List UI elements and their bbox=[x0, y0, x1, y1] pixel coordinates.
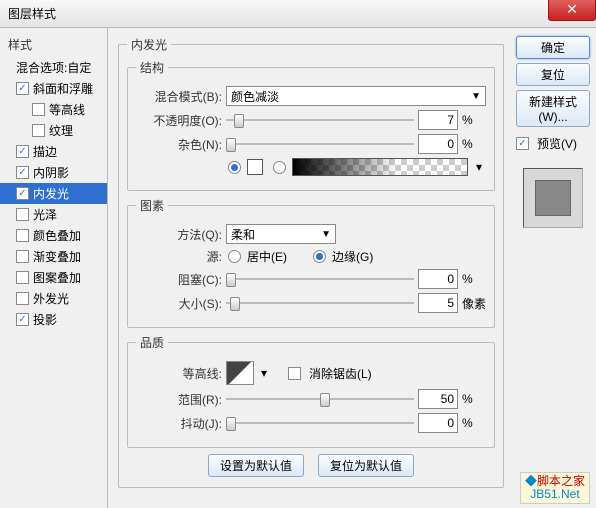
reset-default-button[interactable]: 复位为默认值 bbox=[318, 454, 414, 477]
quality-fieldset: 品质 等高线: ▾ 消除锯齿(L) 范围(R): 50 % 抖动(J): bbox=[127, 334, 495, 448]
contour-label: 等高线: bbox=[136, 365, 222, 382]
inner-glow-fieldset: 内发光 结构 混合模式(B): 颜色减淡 不透明度(O): 7 % 杂色(N):… bbox=[118, 36, 504, 488]
sidebar-checkbox-1[interactable] bbox=[32, 103, 45, 116]
sidebar-checkbox-10[interactable] bbox=[16, 292, 29, 305]
sidebar-checkbox-9[interactable] bbox=[16, 271, 29, 284]
contour-picker[interactable] bbox=[226, 361, 254, 385]
size-slider[interactable] bbox=[226, 295, 414, 311]
source-edge-radio[interactable] bbox=[313, 250, 326, 263]
gradient-picker[interactable] bbox=[292, 158, 468, 176]
technique-combo[interactable]: 柔和 bbox=[226, 224, 336, 244]
sidebar-item-label: 图案叠加 bbox=[33, 269, 81, 286]
sidebar-item-10[interactable]: 外发光 bbox=[0, 288, 107, 309]
sidebar-item-0[interactable]: ✓ 斜面和浮雕 bbox=[0, 78, 107, 99]
watermark-bullet: ◆ bbox=[525, 474, 537, 488]
window-title: 图层样式 bbox=[8, 7, 56, 21]
noise-label: 杂色(N): bbox=[136, 136, 222, 153]
sidebar-item-label: 颜色叠加 bbox=[33, 227, 81, 244]
sidebar-checkbox-6[interactable] bbox=[16, 208, 29, 221]
sidebar-checkbox-11[interactable]: ✓ bbox=[16, 313, 29, 326]
choke-slider[interactable] bbox=[226, 271, 414, 287]
sidebar-item-7[interactable]: 颜色叠加 bbox=[0, 225, 107, 246]
noise-slider[interactable] bbox=[226, 136, 414, 152]
sidebar-item-label: 等高线 bbox=[49, 101, 85, 118]
preview-checkbox[interactable]: ✓ bbox=[516, 137, 529, 150]
sidebar-item-5[interactable]: ✓ 内发光 bbox=[0, 183, 107, 204]
new-style-button[interactable]: 新建样式(W)... bbox=[516, 90, 590, 127]
source-center-radio[interactable] bbox=[228, 250, 241, 263]
sidebar-item-3[interactable]: ✓ 描边 bbox=[0, 141, 107, 162]
sidebar-item-label: 斜面和浮雕 bbox=[33, 80, 93, 97]
contour-dropdown-icon[interactable]: ▾ bbox=[258, 366, 270, 380]
sidebar-item-label: 光泽 bbox=[33, 206, 57, 223]
structure-fieldset: 结构 混合模式(B): 颜色减淡 不透明度(O): 7 % 杂色(N): 0 % bbox=[127, 59, 495, 191]
sidebar-item-label: 投影 bbox=[33, 311, 57, 328]
sidebar-item-label: 描边 bbox=[33, 143, 57, 160]
sidebar-checkbox-8[interactable] bbox=[16, 250, 29, 263]
opacity-slider[interactable] bbox=[226, 112, 414, 128]
gradient-radio[interactable] bbox=[273, 161, 286, 174]
sidebar-item-1[interactable]: 等高线 bbox=[0, 99, 107, 120]
ok-button[interactable]: 确定 bbox=[516, 36, 590, 59]
sidebar-item-4[interactable]: ✓ 内阴影 bbox=[0, 162, 107, 183]
sidebar-header: 样式 bbox=[0, 32, 107, 57]
opacity-label: 不透明度(O): bbox=[136, 112, 222, 129]
preview-thumbnail bbox=[523, 168, 583, 228]
sidebar-item-label: 内发光 bbox=[33, 185, 69, 202]
source-label: 源: bbox=[136, 248, 222, 265]
color-radio[interactable] bbox=[228, 161, 241, 174]
sidebar-item-2[interactable]: 纹理 bbox=[0, 120, 107, 141]
choke-label: 阻塞(C): bbox=[136, 271, 222, 288]
titlebar: 图层样式 ✕ bbox=[0, 0, 596, 28]
make-default-button[interactable]: 设置为默认值 bbox=[208, 454, 304, 477]
blend-options-default[interactable]: 混合选项:自定 bbox=[0, 57, 107, 78]
sidebar-item-label: 渐变叠加 bbox=[33, 248, 81, 265]
range-input[interactable]: 50 bbox=[418, 389, 458, 409]
sidebar-item-label: 内阴影 bbox=[33, 164, 69, 181]
antialias-checkbox[interactable] bbox=[288, 367, 301, 380]
blend-mode-combo[interactable]: 颜色减淡 bbox=[226, 86, 486, 106]
color-swatch[interactable] bbox=[247, 159, 263, 175]
choke-input[interactable]: 0 bbox=[418, 269, 458, 289]
styles-sidebar: 样式 混合选项:自定 ✓ 斜面和浮雕等高线纹理 ✓ 描边 ✓ 内阴影 ✓ 内发光光泽颜色叠加渐… bbox=[0, 28, 108, 508]
opacity-input[interactable]: 7 bbox=[418, 110, 458, 130]
sidebar-checkbox-5[interactable]: ✓ bbox=[16, 187, 29, 200]
cancel-button[interactable]: 复位 bbox=[516, 63, 590, 86]
jitter-label: 抖动(J): bbox=[136, 415, 222, 432]
sidebar-checkbox-2[interactable] bbox=[32, 124, 45, 137]
range-label: 范围(R): bbox=[136, 391, 222, 408]
sidebar-checkbox-3[interactable]: ✓ bbox=[16, 145, 29, 158]
elements-fieldset: 图素 方法(Q): 柔和 源: 居中(E) 边缘(G) 阻塞(C): 0 bbox=[127, 197, 495, 328]
sidebar-checkbox-4[interactable]: ✓ bbox=[16, 166, 29, 179]
sidebar-item-11[interactable]: ✓ 投影 bbox=[0, 309, 107, 330]
panel-title: 内发光 bbox=[127, 36, 171, 53]
jitter-slider[interactable] bbox=[226, 415, 414, 431]
watermark: ◆脚本之家 JB51.Net bbox=[520, 472, 590, 504]
content-panel: 内发光 结构 混合模式(B): 颜色减淡 不透明度(O): 7 % 杂色(N):… bbox=[108, 28, 510, 508]
range-slider[interactable] bbox=[226, 391, 414, 407]
size-input[interactable]: 5 bbox=[418, 293, 458, 313]
sidebar-checkbox-0[interactable]: ✓ bbox=[16, 82, 29, 95]
jitter-input[interactable]: 0 bbox=[418, 413, 458, 433]
blend-mode-label: 混合模式(B): bbox=[136, 88, 222, 105]
noise-input[interactable]: 0 bbox=[418, 134, 458, 154]
sidebar-item-8[interactable]: 渐变叠加 bbox=[0, 246, 107, 267]
sidebar-item-label: 纹理 bbox=[49, 122, 73, 139]
close-button[interactable]: ✕ bbox=[548, 0, 596, 21]
sidebar-item-6[interactable]: 光泽 bbox=[0, 204, 107, 225]
right-column: 确定 复位 新建样式(W)... ✓ 预览(V) bbox=[510, 28, 596, 508]
sidebar-item-label: 外发光 bbox=[33, 290, 69, 307]
technique-label: 方法(Q): bbox=[136, 226, 222, 243]
gradient-dropdown-icon[interactable]: ▾ bbox=[472, 160, 486, 174]
sidebar-checkbox-7[interactable] bbox=[16, 229, 29, 242]
size-label: 大小(S): bbox=[136, 295, 222, 312]
sidebar-item-9[interactable]: 图案叠加 bbox=[0, 267, 107, 288]
